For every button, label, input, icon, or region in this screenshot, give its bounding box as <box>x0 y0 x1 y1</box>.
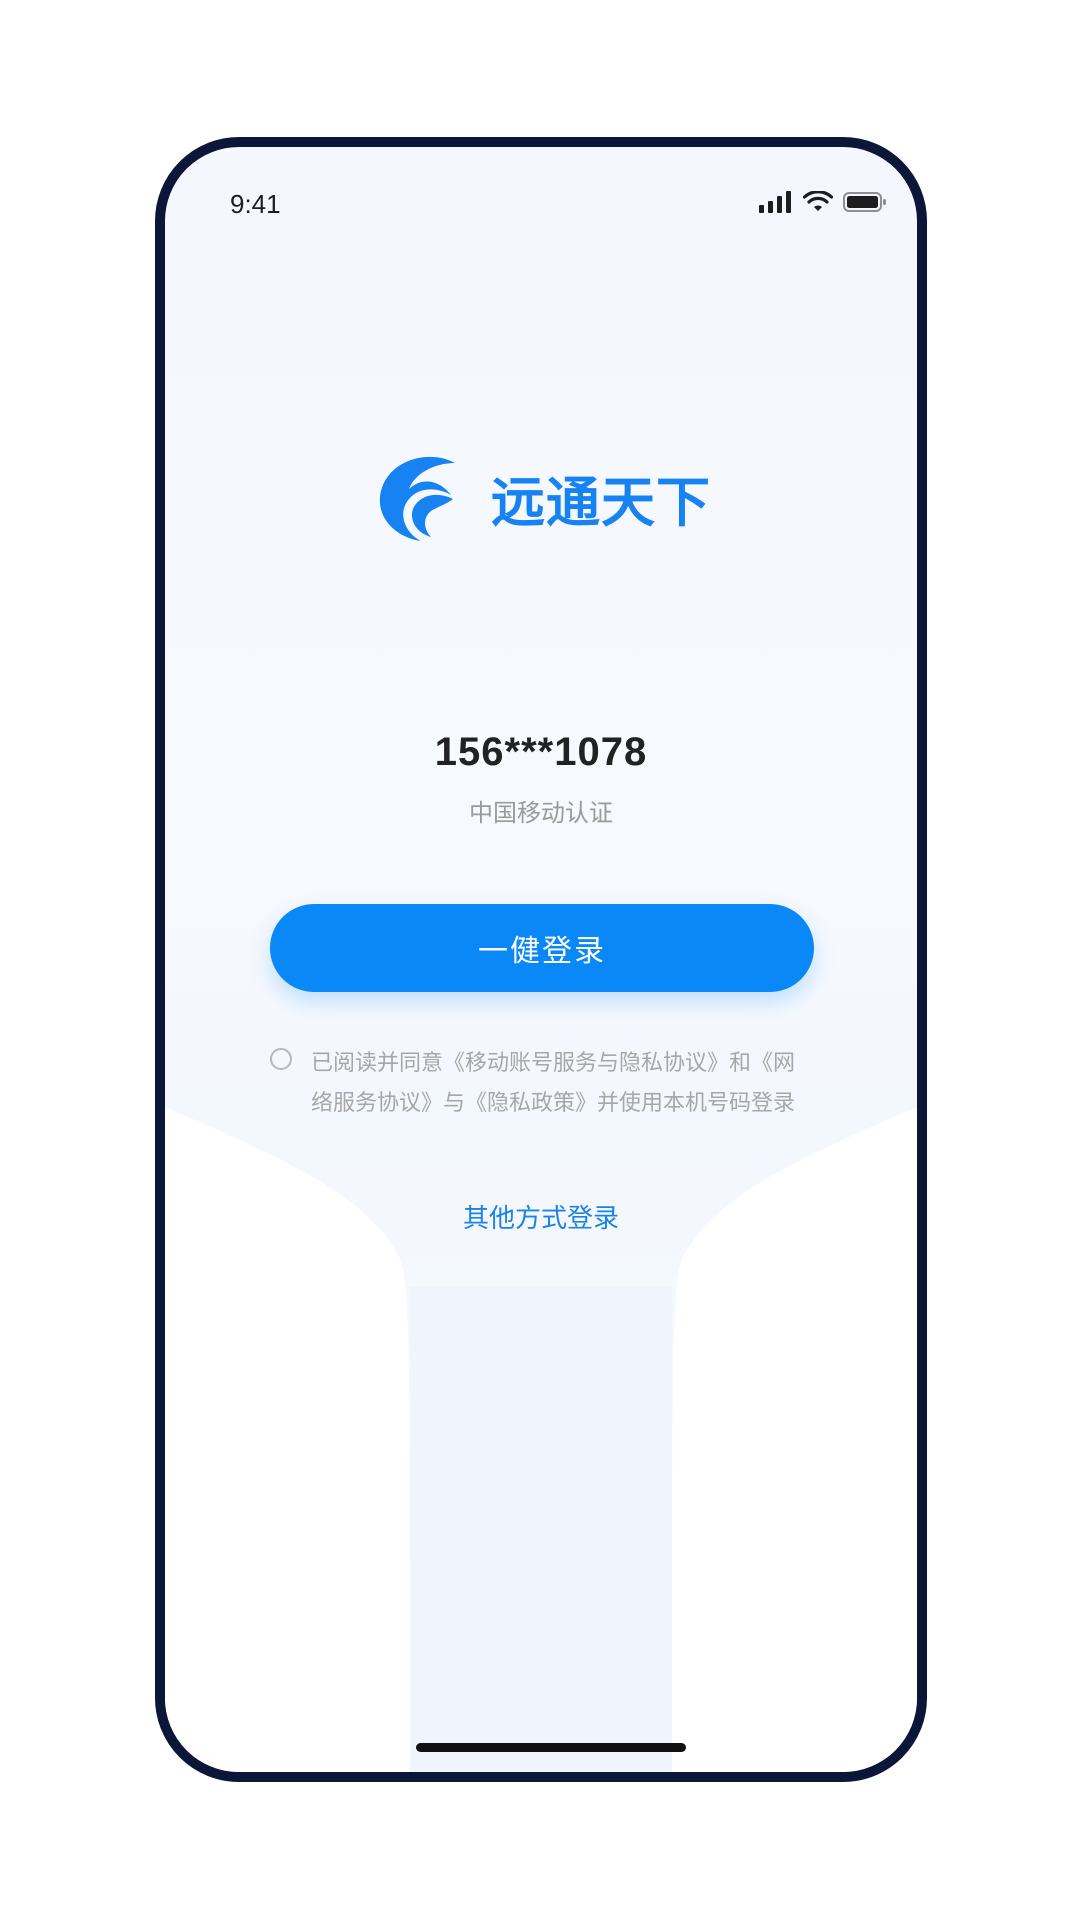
brand-name: 远通天下 <box>491 470 711 534</box>
status-time: 9:41 <box>230 189 281 219</box>
carrier-auth-label: 中国移动认证 <box>469 799 613 827</box>
agreement-checkbox[interactable] <box>270 1048 292 1070</box>
status-bar: 9:41 <box>165 147 917 257</box>
brand-logo-icon <box>379 456 455 541</box>
wifi-icon <box>803 191 833 211</box>
page-background: 9:41 远通天下 156***1078 中国移动认证 一健登录 已阅读并同意《… <box>0 0 1080 1920</box>
other-login-link[interactable]: 其他方式登录 <box>165 1198 917 1235</box>
one-click-login-button[interactable]: 一健登录 <box>270 904 814 992</box>
home-indicator <box>416 1743 686 1752</box>
status-icons <box>759 187 887 217</box>
battery-icon <box>843 192 886 212</box>
phone-frame: 9:41 远通天下 156***1078 中国移动认证 一健登录 已阅读并同意《… <box>155 137 927 1782</box>
signal-icon <box>759 191 791 213</box>
masked-phone-number: 156***1078 <box>434 730 648 774</box>
agreement-text[interactable]: 已阅读并同意《移动账号服务与隐私协议》和《网络服务协议》与《隐私政策》并使用本机… <box>311 1044 801 1124</box>
brand-logo: 远通天下 <box>375 447 735 547</box>
